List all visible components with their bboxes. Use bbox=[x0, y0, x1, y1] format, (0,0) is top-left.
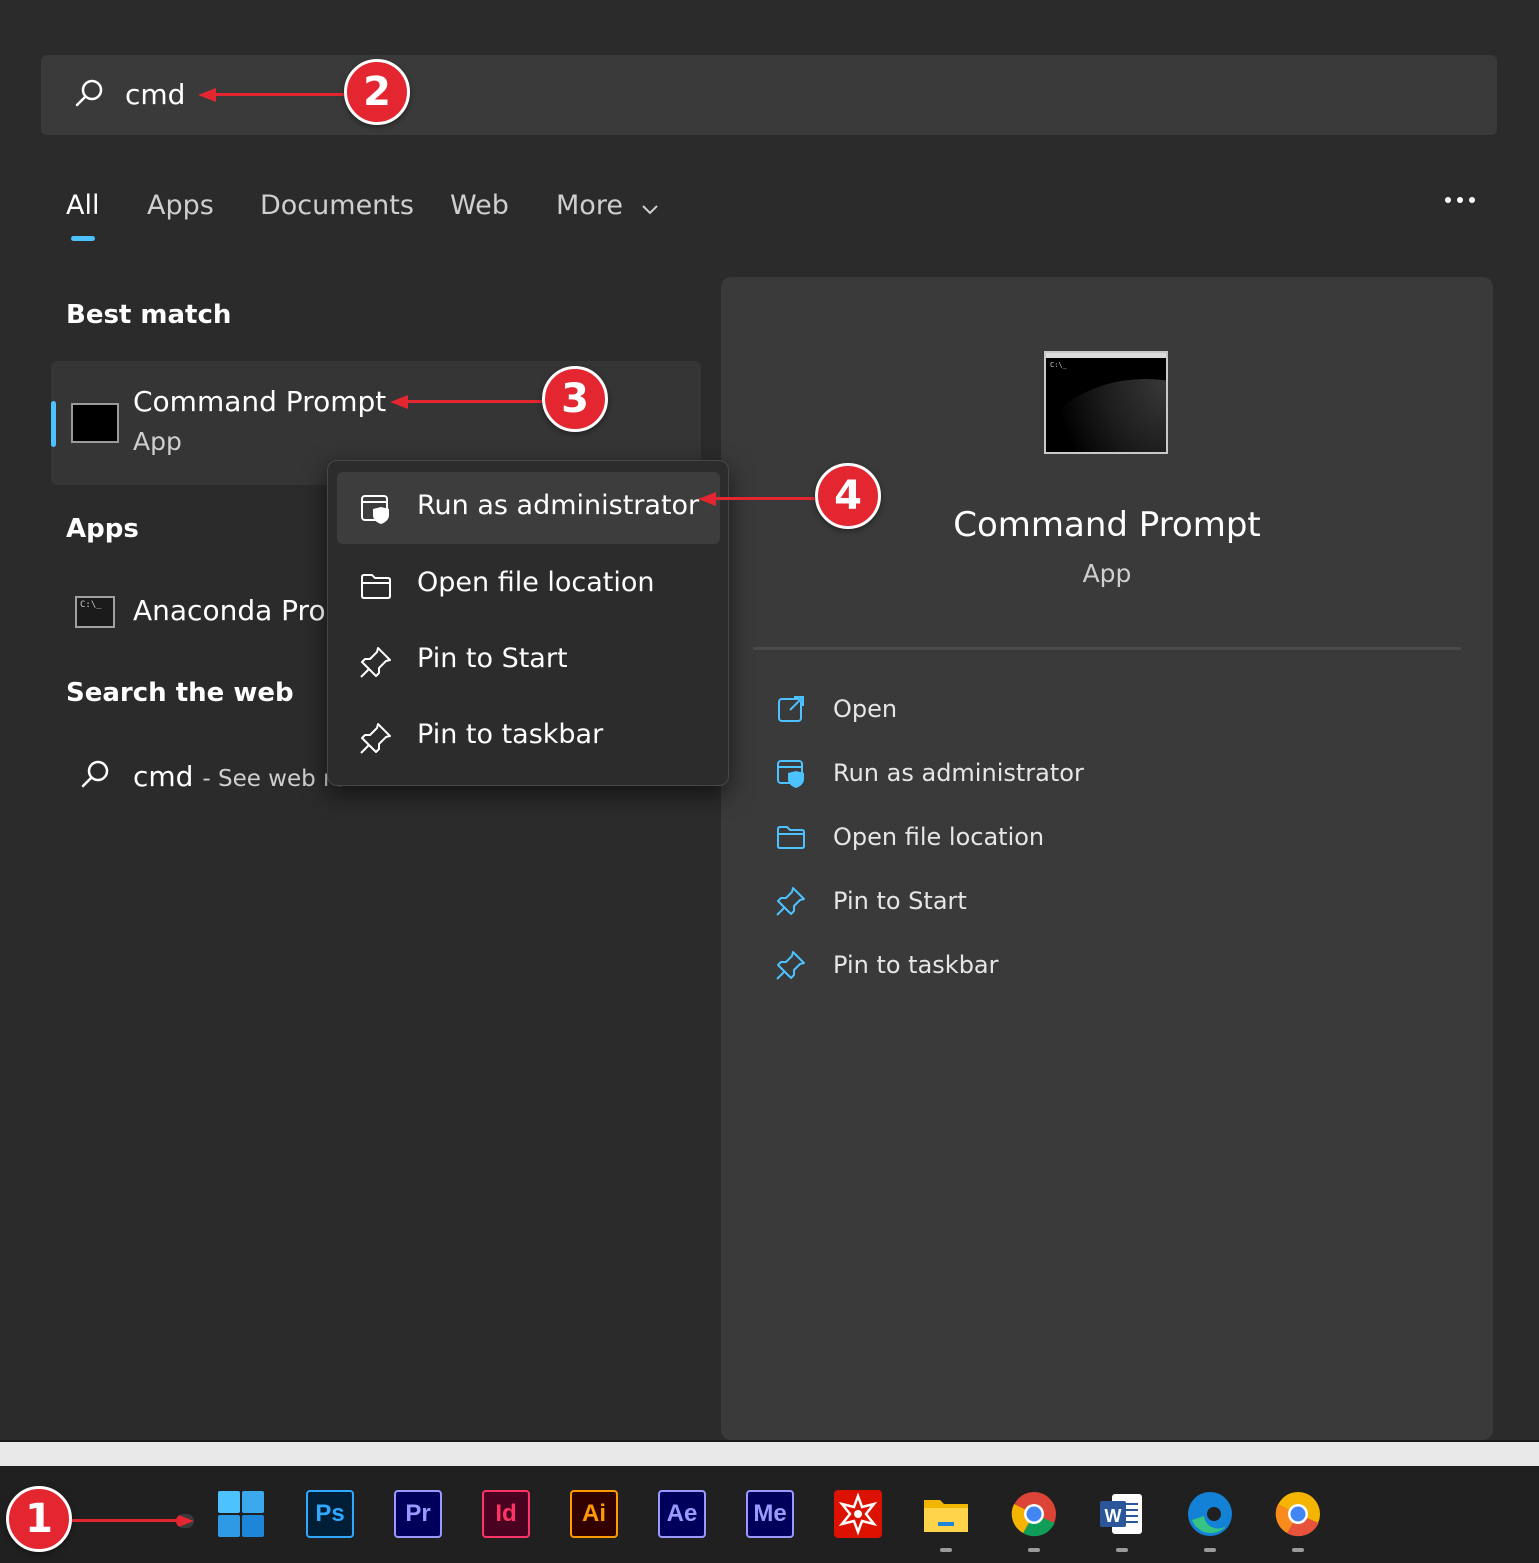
wolfram-icon[interactable] bbox=[834, 1490, 882, 1538]
search-web-heading: Search the web bbox=[66, 678, 294, 708]
selection-indicator bbox=[51, 401, 56, 447]
premiere-icon[interactable]: Pr bbox=[394, 1490, 442, 1538]
command-prompt-icon bbox=[71, 403, 119, 443]
tab-web[interactable]: Web bbox=[450, 186, 509, 226]
running-indicator bbox=[1292, 1548, 1304, 1552]
photoshop-icon[interactable]: Ps bbox=[306, 1490, 354, 1538]
folder-icon bbox=[775, 821, 807, 853]
pin-icon bbox=[359, 721, 393, 755]
shield-window-icon bbox=[359, 492, 393, 526]
pin-icon bbox=[775, 885, 807, 917]
tab-documents[interactable]: Documents bbox=[260, 186, 414, 226]
open-action[interactable]: Open bbox=[761, 683, 1441, 735]
tab-all[interactable]: All bbox=[66, 186, 99, 241]
taskbar: 1 Ps Pr Id Ai Ae Me W bbox=[0, 1466, 1539, 1563]
context-open-file-location[interactable]: Open file location bbox=[337, 549, 720, 621]
context-pin-to-start[interactable]: Pin to Start bbox=[337, 625, 720, 697]
open-file-location-action[interactable]: Open file location bbox=[761, 811, 1441, 863]
callout-1: 1 bbox=[6, 1486, 72, 1552]
callout-arrow bbox=[72, 1519, 178, 1522]
best-match-subtitle: App bbox=[133, 427, 182, 456]
callout-2: 2 bbox=[344, 59, 410, 125]
start-search-panel: cmd All Apps Documents Web More Best mat… bbox=[0, 0, 1539, 1442]
pin-to-taskbar-action[interactable]: Pin to taskbar bbox=[761, 939, 1441, 991]
context-run-as-admin[interactable]: Run as administrator bbox=[337, 472, 720, 544]
chevron-down-icon bbox=[641, 187, 658, 227]
detail-subtitle: App bbox=[1082, 559, 1132, 588]
callout-arrow bbox=[406, 400, 546, 403]
edge-icon[interactable] bbox=[1186, 1490, 1234, 1538]
open-external-icon bbox=[775, 693, 807, 725]
web-search-text: cmd - See web re bbox=[133, 760, 347, 793]
callout-arrow bbox=[214, 93, 348, 96]
context-pin-to-taskbar[interactable]: Pin to taskbar bbox=[337, 701, 720, 773]
context-menu: Run as administrator Open file location … bbox=[327, 460, 729, 786]
file-explorer-icon[interactable] bbox=[922, 1490, 970, 1538]
folder-icon bbox=[359, 569, 393, 603]
after-effects-icon[interactable]: Ae bbox=[658, 1490, 706, 1538]
illustrator-icon[interactable]: Ai bbox=[570, 1490, 618, 1538]
running-indicator bbox=[1204, 1548, 1216, 1552]
search-icon bbox=[79, 758, 113, 792]
chrome-icon[interactable] bbox=[1010, 1490, 1058, 1538]
word-icon[interactable]: W bbox=[1098, 1490, 1146, 1538]
windows-start-icon[interactable] bbox=[217, 1490, 265, 1538]
panel-edge bbox=[0, 1442, 1539, 1466]
indesign-icon[interactable]: Id bbox=[482, 1490, 530, 1538]
running-indicator bbox=[1116, 1548, 1128, 1552]
media-encoder-icon[interactable]: Me bbox=[746, 1490, 794, 1538]
apps-heading: Apps bbox=[66, 514, 139, 544]
anaconda-prompt-icon: C:\_ bbox=[75, 596, 115, 628]
callout-arrow bbox=[714, 497, 820, 500]
running-indicator bbox=[940, 1548, 952, 1552]
tab-more[interactable]: More bbox=[556, 186, 658, 227]
search-input[interactable]: cmd bbox=[125, 77, 185, 113]
callout-arrowhead bbox=[176, 1514, 194, 1528]
chrome-canary-icon[interactable] bbox=[1274, 1490, 1322, 1538]
callout-arrowhead bbox=[390, 395, 408, 409]
callout-3: 3 bbox=[542, 366, 608, 432]
divider bbox=[753, 647, 1461, 650]
pin-to-start-action[interactable]: Pin to Start bbox=[761, 875, 1441, 927]
pin-icon bbox=[775, 949, 807, 981]
callout-arrowhead bbox=[198, 88, 216, 102]
best-match-title: Command Prompt bbox=[133, 385, 387, 418]
running-indicator bbox=[1028, 1548, 1040, 1552]
pin-icon bbox=[359, 645, 393, 679]
tab-active-indicator bbox=[71, 236, 95, 241]
best-match-heading: Best match bbox=[66, 300, 232, 330]
callout-arrowhead bbox=[698, 492, 716, 506]
search-icon bbox=[73, 77, 107, 111]
command-prompt-large-icon: C:\_ bbox=[1044, 351, 1168, 454]
tab-apps[interactable]: Apps bbox=[147, 186, 214, 226]
more-options-icon[interactable] bbox=[1440, 182, 1480, 222]
callout-4: 4 bbox=[815, 463, 881, 529]
detail-pane: C:\_ Command Prompt App Open Run as admi… bbox=[721, 277, 1493, 1440]
shield-window-icon bbox=[775, 757, 807, 789]
run-as-admin-action[interactable]: Run as administrator bbox=[761, 747, 1441, 799]
app-label: Anaconda Prom bbox=[133, 594, 353, 627]
